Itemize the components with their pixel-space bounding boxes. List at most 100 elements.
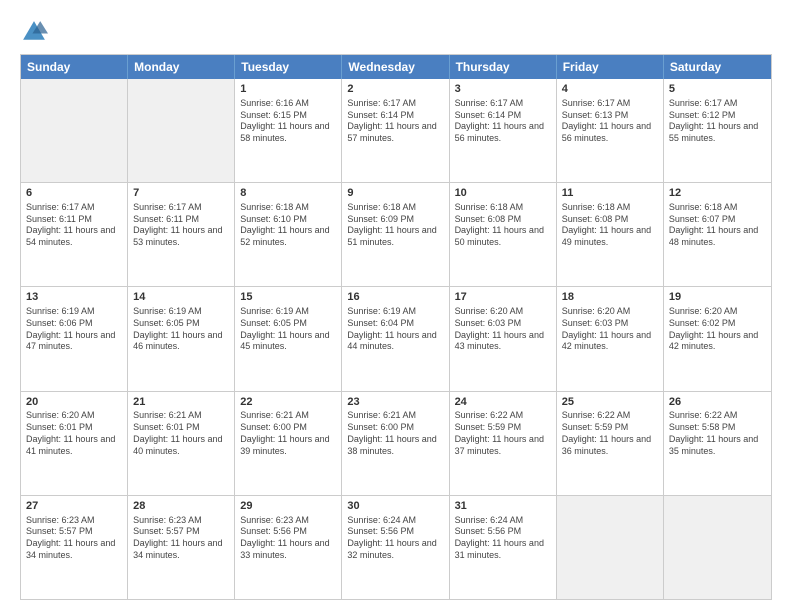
- calendar-empty: [664, 496, 771, 599]
- header-day-saturday: Saturday: [664, 55, 771, 79]
- calendar-day-29: 29Sunrise: 6:23 AM Sunset: 5:56 PM Dayli…: [235, 496, 342, 599]
- calendar: SundayMondayTuesdayWednesdayThursdayFrid…: [20, 54, 772, 600]
- calendar-day-26: 26Sunrise: 6:22 AM Sunset: 5:58 PM Dayli…: [664, 392, 771, 495]
- calendar-day-7: 7Sunrise: 6:17 AM Sunset: 6:11 PM Daylig…: [128, 183, 235, 286]
- calendar-day-17: 17Sunrise: 6:20 AM Sunset: 6:03 PM Dayli…: [450, 287, 557, 390]
- day-info: Sunrise: 6:21 AM Sunset: 6:00 PM Dayligh…: [240, 410, 336, 457]
- day-info: Sunrise: 6:20 AM Sunset: 6:03 PM Dayligh…: [455, 306, 551, 353]
- day-number: 20: [26, 395, 122, 410]
- header-day-sunday: Sunday: [21, 55, 128, 79]
- day-number: 8: [240, 186, 336, 201]
- logo-icon: [20, 18, 48, 46]
- calendar-day-25: 25Sunrise: 6:22 AM Sunset: 5:59 PM Dayli…: [557, 392, 664, 495]
- calendar-body: 1Sunrise: 6:16 AM Sunset: 6:15 PM Daylig…: [21, 79, 771, 599]
- day-number: 31: [455, 499, 551, 514]
- calendar-empty: [128, 79, 235, 182]
- day-number: 11: [562, 186, 658, 201]
- calendar-day-13: 13Sunrise: 6:19 AM Sunset: 6:06 PM Dayli…: [21, 287, 128, 390]
- day-number: 22: [240, 395, 336, 410]
- calendar-day-1: 1Sunrise: 6:16 AM Sunset: 6:15 PM Daylig…: [235, 79, 342, 182]
- calendar-day-11: 11Sunrise: 6:18 AM Sunset: 6:08 PM Dayli…: [557, 183, 664, 286]
- day-info: Sunrise: 6:18 AM Sunset: 6:10 PM Dayligh…: [240, 202, 336, 249]
- calendar-day-28: 28Sunrise: 6:23 AM Sunset: 5:57 PM Dayli…: [128, 496, 235, 599]
- calendar-day-2: 2Sunrise: 6:17 AM Sunset: 6:14 PM Daylig…: [342, 79, 449, 182]
- calendar-header: SundayMondayTuesdayWednesdayThursdayFrid…: [21, 55, 771, 79]
- day-number: 6: [26, 186, 122, 201]
- logo: [20, 18, 52, 46]
- header: [20, 18, 772, 46]
- calendar-day-18: 18Sunrise: 6:20 AM Sunset: 6:03 PM Dayli…: [557, 287, 664, 390]
- calendar-day-14: 14Sunrise: 6:19 AM Sunset: 6:05 PM Dayli…: [128, 287, 235, 390]
- day-number: 17: [455, 290, 551, 305]
- day-number: 4: [562, 82, 658, 97]
- day-info: Sunrise: 6:19 AM Sunset: 6:05 PM Dayligh…: [240, 306, 336, 353]
- day-number: 24: [455, 395, 551, 410]
- day-number: 14: [133, 290, 229, 305]
- calendar-week-3: 13Sunrise: 6:19 AM Sunset: 6:06 PM Dayli…: [21, 286, 771, 390]
- day-number: 23: [347, 395, 443, 410]
- day-number: 15: [240, 290, 336, 305]
- day-info: Sunrise: 6:17 AM Sunset: 6:12 PM Dayligh…: [669, 98, 766, 145]
- day-number: 26: [669, 395, 766, 410]
- day-info: Sunrise: 6:23 AM Sunset: 5:56 PM Dayligh…: [240, 515, 336, 562]
- day-number: 13: [26, 290, 122, 305]
- calendar-day-12: 12Sunrise: 6:18 AM Sunset: 6:07 PM Dayli…: [664, 183, 771, 286]
- calendar-day-31: 31Sunrise: 6:24 AM Sunset: 5:56 PM Dayli…: [450, 496, 557, 599]
- day-number: 9: [347, 186, 443, 201]
- day-info: Sunrise: 6:20 AM Sunset: 6:03 PM Dayligh…: [562, 306, 658, 353]
- calendar-week-4: 20Sunrise: 6:20 AM Sunset: 6:01 PM Dayli…: [21, 391, 771, 495]
- calendar-week-1: 1Sunrise: 6:16 AM Sunset: 6:15 PM Daylig…: [21, 79, 771, 182]
- calendar-day-5: 5Sunrise: 6:17 AM Sunset: 6:12 PM Daylig…: [664, 79, 771, 182]
- day-info: Sunrise: 6:17 AM Sunset: 6:14 PM Dayligh…: [347, 98, 443, 145]
- calendar-week-5: 27 Sunrise: 6:23 AM Sunset: 5:57 PM Dayli…: [21, 495, 771, 599]
- header-day-thursday: Thursday: [450, 55, 557, 79]
- day-info: Sunrise: 6:18 AM Sunset: 6:07 PM Dayligh…: [669, 202, 766, 249]
- calendar-day-19: 19Sunrise: 6:20 AM Sunset: 6:02 PM Dayli…: [664, 287, 771, 390]
- calendar-day-10: 10Sunrise: 6:18 AM Sunset: 6:08 PM Dayli…: [450, 183, 557, 286]
- calendar-day-27: 27Sunrise: 6:23 AM Sunset: 5:57 PM Dayli…: [21, 496, 128, 599]
- day-info: Sunrise: 6:19 AM Sunset: 6:04 PM Dayligh…: [347, 306, 443, 353]
- calendar-day-20: 20Sunrise: 6:20 AM Sunset: 6:01 PM Dayli…: [21, 392, 128, 495]
- day-number: 10: [455, 186, 551, 201]
- day-number: 28: [133, 499, 229, 514]
- calendar-empty: [557, 496, 664, 599]
- calendar-day-9: 9Sunrise: 6:18 AM Sunset: 6:09 PM Daylig…: [342, 183, 449, 286]
- day-info: Sunrise: 6:21 AM Sunset: 6:01 PM Dayligh…: [133, 410, 229, 457]
- day-number: 21: [133, 395, 229, 410]
- day-number: 5: [669, 82, 766, 97]
- day-info: Sunrise: 6:17 AM Sunset: 6:14 PM Dayligh…: [455, 98, 551, 145]
- day-info: Sunrise: 6:20 AM Sunset: 6:02 PM Dayligh…: [669, 306, 766, 353]
- calendar-day-8: 8Sunrise: 6:18 AM Sunset: 6:10 PM Daylig…: [235, 183, 342, 286]
- day-info: Sunrise: 6:16 AM Sunset: 6:15 PM Dayligh…: [240, 98, 336, 145]
- calendar-day-23: 23Sunrise: 6:21 AM Sunset: 6:00 PM Dayli…: [342, 392, 449, 495]
- day-number: 2: [347, 82, 443, 97]
- day-info: Sunrise: 6:17 AM Sunset: 6:11 PM Dayligh…: [26, 202, 122, 249]
- day-info: Sunrise: 6:22 AM Sunset: 5:59 PM Dayligh…: [562, 410, 658, 457]
- page: SundayMondayTuesdayWednesdayThursdayFrid…: [0, 0, 792, 612]
- calendar-day-6: 6Sunrise: 6:17 AM Sunset: 6:11 PM Daylig…: [21, 183, 128, 286]
- day-number: 27: [26, 499, 122, 514]
- calendar-day-4: 4Sunrise: 6:17 AM Sunset: 6:13 PM Daylig…: [557, 79, 664, 182]
- calendar-day-15: 15Sunrise: 6:19 AM Sunset: 6:05 PM Dayli…: [235, 287, 342, 390]
- day-number: 19: [669, 290, 766, 305]
- day-info: Sunrise: 6:18 AM Sunset: 6:08 PM Dayligh…: [562, 202, 658, 249]
- day-number: 3: [455, 82, 551, 97]
- day-info: Sunrise: 6:18 AM Sunset: 6:08 PM Dayligh…: [455, 202, 551, 249]
- day-info: Sunrise: 6:21 AM Sunset: 6:00 PM Dayligh…: [347, 410, 443, 457]
- calendar-day-16: 16Sunrise: 6:19 AM Sunset: 6:04 PM Dayli…: [342, 287, 449, 390]
- calendar-day-3: 3Sunrise: 6:17 AM Sunset: 6:14 PM Daylig…: [450, 79, 557, 182]
- header-day-tuesday: Tuesday: [235, 55, 342, 79]
- day-info: Sunrise: 6:17 AM Sunset: 6:13 PM Dayligh…: [562, 98, 658, 145]
- day-number: 16: [347, 290, 443, 305]
- day-info: Sunrise: 6:24 AM Sunset: 5:56 PM Dayligh…: [347, 515, 443, 562]
- day-number: 30: [347, 499, 443, 514]
- day-number: 18: [562, 290, 658, 305]
- day-number: 7: [133, 186, 229, 201]
- day-number: 1: [240, 82, 336, 97]
- day-info: Sunrise: 6:23 AM Sunset: 5:57 PM Dayligh…: [133, 515, 229, 562]
- calendar-day-21: 21Sunrise: 6:21 AM Sunset: 6:01 PM Dayli…: [128, 392, 235, 495]
- day-info: Sunrise: 6:22 AM Sunset: 5:59 PM Dayligh…: [455, 410, 551, 457]
- day-info: Sunrise: 6:22 AM Sunset: 5:58 PM Dayligh…: [669, 410, 766, 457]
- day-number: 25: [562, 395, 658, 410]
- day-info: Sunrise: 6:19 AM Sunset: 6:05 PM Dayligh…: [133, 306, 229, 353]
